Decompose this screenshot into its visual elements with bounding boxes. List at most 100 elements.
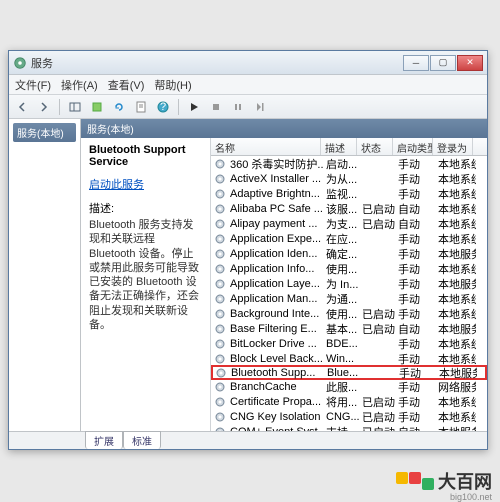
toolbar: ? (9, 95, 487, 119)
cell-logon: 本地系统 (436, 171, 476, 187)
cell-startup: 手动 (396, 336, 436, 352)
cell-logon: 本地系统 (436, 186, 476, 202)
cell-status: 已启动 (360, 394, 396, 410)
cell-desc: 支持... (324, 424, 360, 432)
col-status[interactable]: 状态 (357, 138, 393, 155)
start-service-link[interactable]: 启动此服务 (89, 176, 144, 192)
menu-file[interactable]: 文件(F) (15, 77, 51, 93)
cell-desc: 为通... (324, 291, 360, 307)
cell-startup: 自动 (396, 201, 436, 217)
table-row[interactable]: Base Filtering E...基本...已启动自动本地服务 (211, 321, 487, 336)
services-window: 服务 ─ ▢ ✕ 文件(F) 操作(A) 查看(V) 帮助(H) ? 服务(本地… (8, 50, 488, 450)
cell-desc: Blue... (325, 367, 361, 379)
cell-desc: CNG... (324, 411, 360, 423)
cell-desc: BDE... (324, 338, 360, 350)
table-row[interactable]: Application Laye...为 In...手动本地服务 (211, 276, 487, 291)
table-row[interactable]: Certificate Propa...将用...已启动手动本地系统 (211, 394, 487, 409)
menu-view[interactable]: 查看(V) (108, 77, 145, 93)
table-row[interactable]: Background Inte...使用...已启动手动本地系统 (211, 306, 487, 321)
help-button[interactable]: ? (154, 98, 172, 116)
window-controls: ─ ▢ ✕ (403, 55, 483, 71)
cell-logon: 本地系统 (436, 336, 476, 352)
cell-desc: 为 In... (324, 276, 360, 292)
main-pane: 服务(本地) Bluetooth Support Service 启动此服务 描… (81, 119, 487, 431)
col-name[interactable]: 名称 (211, 138, 321, 155)
table-row[interactable]: 360 杀毒实时防护...启动...手动本地系统 (211, 156, 487, 171)
nav-header[interactable]: 服务(本地) (13, 123, 76, 142)
col-logon[interactable]: 登录为 (433, 138, 473, 155)
watermark: 大百网 big100.net (396, 468, 492, 494)
cell-status: 已启动 (360, 216, 396, 232)
detail-pane: Bluetooth Support Service 启动此服务 描述: Blue… (81, 138, 211, 431)
table-row[interactable]: Alipay payment ...为支...已启动自动本地系统 (211, 216, 487, 231)
menu-help[interactable]: 帮助(H) (154, 77, 191, 93)
cell-name: Application Expe... (228, 233, 324, 245)
split-pane: Bluetooth Support Service 启动此服务 描述: Blue… (81, 138, 487, 431)
table-row[interactable]: Adaptive Brightn...监视...手动本地系统 (211, 186, 487, 201)
pause-button[interactable] (229, 98, 247, 116)
services-icon (13, 56, 27, 70)
cell-name: 360 杀毒实时防护... (228, 156, 324, 172)
main-header: 服务(本地) (81, 119, 487, 138)
cell-status: 已启动 (360, 321, 396, 337)
col-startup[interactable]: 启动类型 (393, 138, 433, 155)
cell-desc: 将用... (324, 394, 360, 410)
minimize-button[interactable]: ─ (403, 55, 429, 71)
tab-standard[interactable]: 标准 (123, 431, 161, 449)
cell-desc: 基本... (324, 321, 360, 337)
cell-name: BranchCache (228, 381, 324, 393)
cell-status: 已启动 (360, 306, 396, 322)
cell-startup: 手动 (396, 246, 436, 262)
cell-desc: 使用... (324, 306, 360, 322)
refresh-button[interactable] (110, 98, 128, 116)
col-desc[interactable]: 描述 (321, 138, 357, 155)
cell-name: Certificate Propa... (228, 396, 324, 408)
table-row[interactable]: Application Expe...在应...手动本地系统 (211, 231, 487, 246)
table-row[interactable]: CNG Key IsolationCNG...已启动手动本地系统 (211, 409, 487, 424)
menu-action[interactable]: 操作(A) (61, 77, 98, 93)
back-button[interactable] (13, 98, 31, 116)
cell-startup: 手动 (396, 276, 436, 292)
cell-startup: 自动 (396, 321, 436, 337)
cell-startup: 手动 (396, 409, 436, 425)
cell-logon: 本地系统 (436, 409, 476, 425)
table-row[interactable]: BranchCache此服...手动网络服务 (211, 379, 487, 394)
table-row[interactable]: ActiveX Installer ...为从...手动本地系统 (211, 171, 487, 186)
properties-button[interactable] (132, 98, 150, 116)
cell-logon: 网络服务 (436, 379, 476, 395)
cell-name: Alipay payment ... (228, 218, 324, 230)
table-row[interactable]: Application Iden...确定...手动本地服务 (211, 246, 487, 261)
table-row[interactable]: BitLocker Drive ...BDE...手动本地系统 (211, 336, 487, 351)
cell-name: Adaptive Brightn... (228, 188, 324, 200)
forward-button[interactable] (35, 98, 53, 116)
export-button[interactable] (88, 98, 106, 116)
cell-desc: 在应... (324, 231, 360, 247)
cell-desc: 为支... (324, 216, 360, 232)
cell-desc: 该服... (324, 201, 360, 217)
start-button[interactable] (185, 98, 203, 116)
maximize-button[interactable]: ▢ (430, 55, 456, 71)
tab-extended[interactable]: 扩展 (85, 431, 123, 449)
cell-name: Alibaba PC Safe ... (228, 203, 324, 215)
restart-button[interactable] (251, 98, 269, 116)
titlebar[interactable]: 服务 ─ ▢ ✕ (9, 51, 487, 75)
cell-logon: 本地系统 (436, 306, 476, 322)
table-row[interactable]: COM+ Event Syst...支持...已启动自动本地服务 (211, 424, 487, 431)
close-button[interactable]: ✕ (457, 55, 483, 71)
cell-logon: 本地系统 (436, 156, 476, 172)
body: 服务(本地) 服务(本地) Bluetooth Support Service … (9, 119, 487, 431)
cell-logon: 本地服务 (436, 276, 476, 292)
watermark-url: big100.net (450, 492, 492, 502)
cell-logon: 本地服务 (436, 246, 476, 262)
show-hide-button[interactable] (66, 98, 84, 116)
table-row[interactable]: Application Info...使用...手动本地系统 (211, 261, 487, 276)
table-row[interactable]: Application Man...为通...手动本地系统 (211, 291, 487, 306)
column-headers: 名称 描述 状态 启动类型 登录为 (211, 138, 487, 156)
table-row[interactable]: Bluetooth Supp...Blue...手动本地服务 (211, 365, 487, 380)
table-row[interactable]: Alibaba PC Safe ...该服...已启动自动本地系统 (211, 201, 487, 216)
cell-desc: 确定... (324, 246, 360, 262)
cell-startup: 手动 (396, 261, 436, 277)
stop-button[interactable] (207, 98, 225, 116)
watermark-logo (396, 472, 434, 490)
cell-startup: 手动 (396, 379, 436, 395)
